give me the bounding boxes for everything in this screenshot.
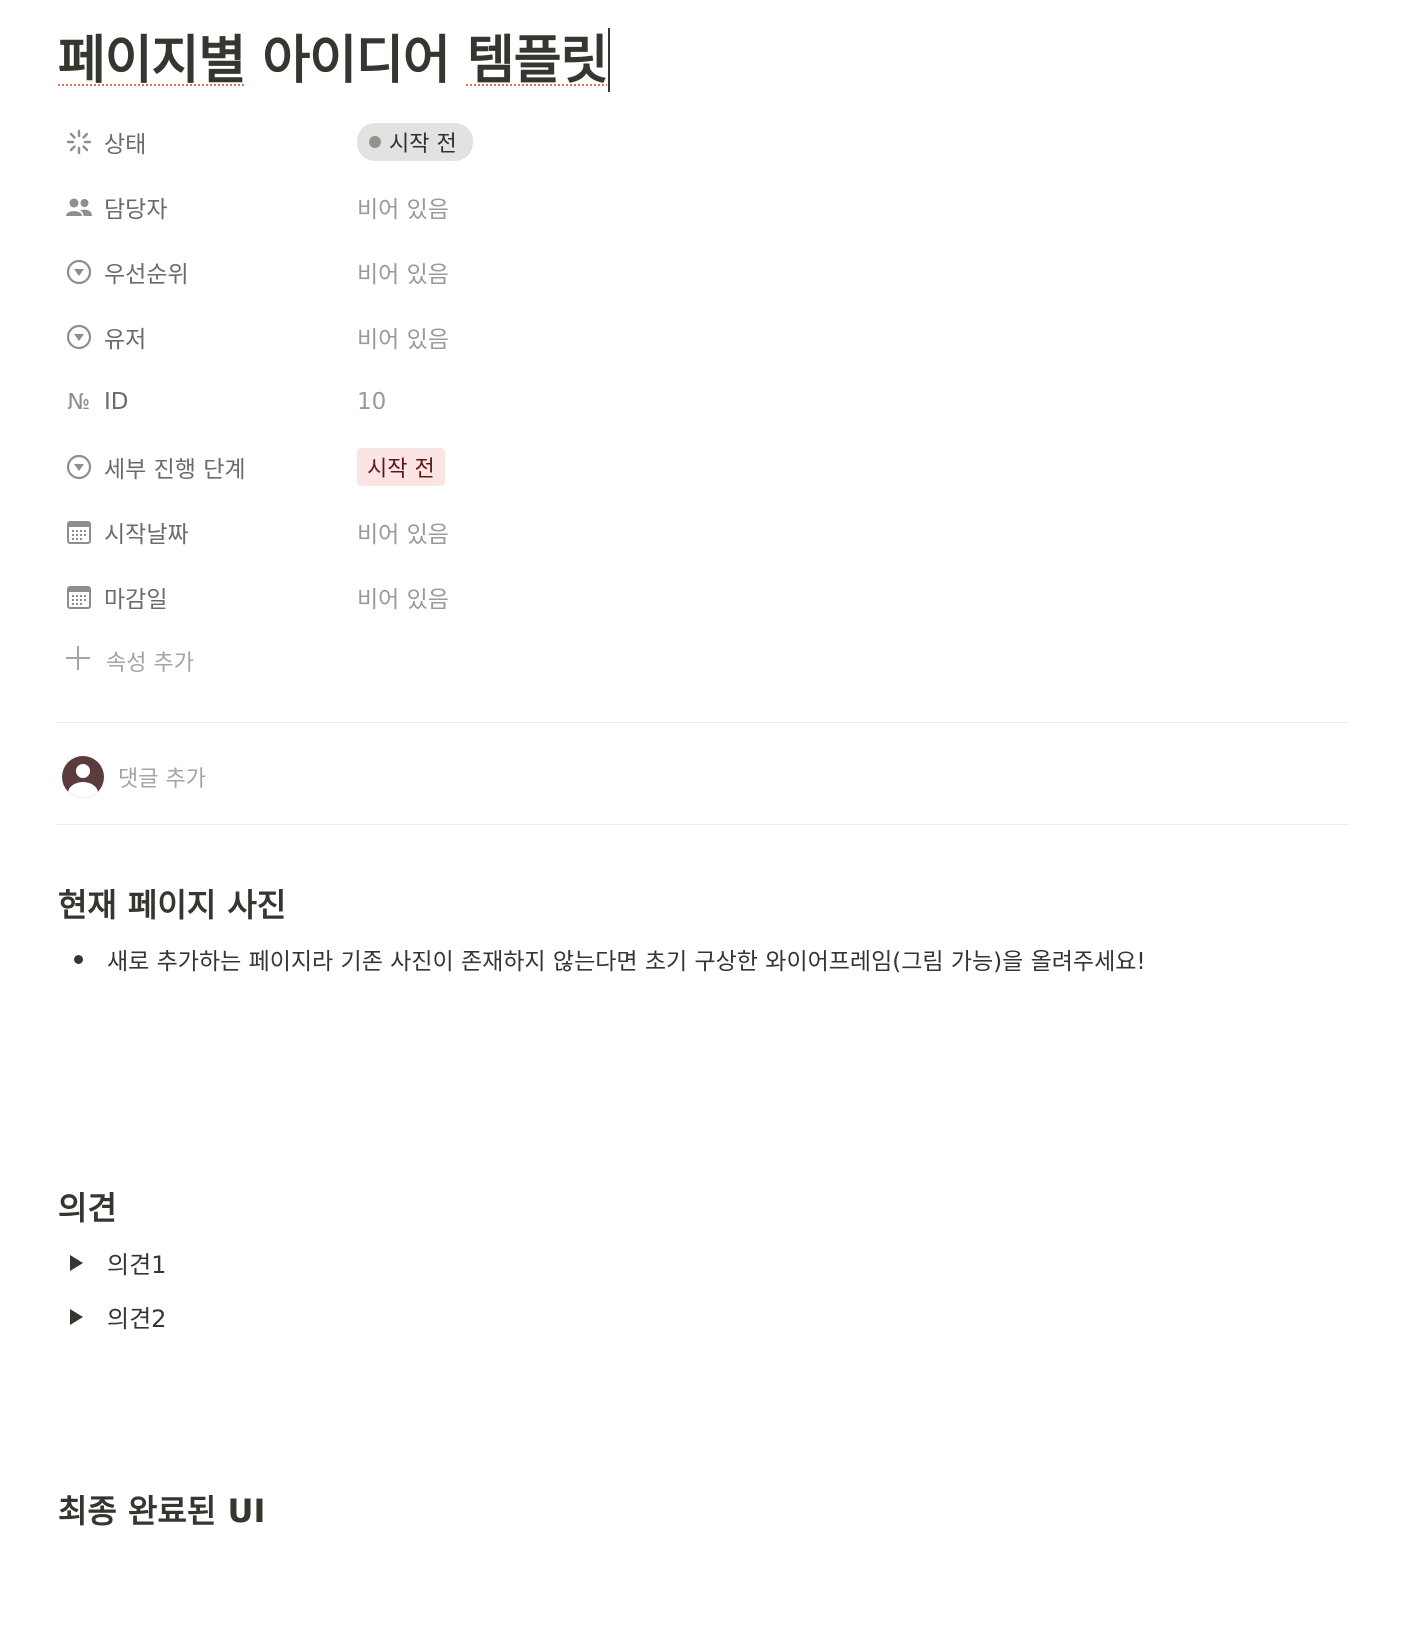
add-property-label: 속성 추가 [106, 651, 194, 676]
heading-final-ui: 최종 완료된 UI [58, 1492, 266, 1530]
status-badge-text: 시작 전 [389, 132, 457, 157]
property-user: 유저 비어 있음 [58, 305, 1403, 370]
empty-value-text: 비어 있음 [357, 262, 449, 288]
select-tag: 시작 전 [357, 448, 445, 486]
add-property-button[interactable]: 속성 추가 [64, 644, 194, 678]
comment-bar[interactable]: 댓글 추가 [62, 756, 206, 798]
property-label[interactable]: 시작날짜 [64, 513, 189, 551]
number-sign-icon: № [67, 389, 91, 415]
id-value-text: 10 [357, 389, 387, 415]
list-item-text[interactable]: 새로 추가하는 페이지라 기존 사진이 존재하지 않는다면 초기 구상한 와이어… [107, 942, 1146, 976]
toggle-label[interactable]: 의견1 [107, 1245, 166, 1280]
property-label[interactable]: 상태 [64, 123, 146, 161]
empty-value-text: 비어 있음 [357, 197, 449, 223]
property-label-text: 상태 [104, 132, 147, 158]
select-icon [64, 452, 94, 482]
property-label[interactable]: 마감일 [64, 578, 167, 616]
select-icon [64, 257, 94, 287]
title-word-2: 아이디어 [245, 31, 467, 91]
property-id: № ID 10 [58, 370, 1403, 435]
text-caret [608, 28, 611, 92]
property-start-date: 시작날짜 비어 있음 [58, 500, 1403, 565]
property-value[interactable]: 비어 있음 [357, 513, 449, 551]
property-due-date: 마감일 비어 있음 [58, 565, 1403, 630]
property-value[interactable]: 10 [357, 383, 386, 421]
title-word-1: 페이지별 [58, 31, 246, 91]
avatar [62, 756, 104, 798]
property-status: 상태 시작 전 [58, 110, 1403, 175]
empty-value-text: 비어 있음 [357, 522, 449, 548]
calendar-icon [64, 517, 94, 547]
select-icon [64, 322, 94, 352]
property-label[interactable]: 우선순위 [64, 253, 189, 291]
toggle-item-opinion-2: 의견2 [58, 1299, 166, 1334]
property-label[interactable]: № ID [64, 383, 129, 421]
property-value[interactable]: 시작 전 [357, 123, 473, 161]
property-value[interactable]: 비어 있음 [357, 188, 449, 226]
page-title[interactable]: 페이지별 아이디어 템플릿 [58, 18, 611, 93]
toggle-label[interactable]: 의견2 [107, 1299, 166, 1334]
add-property-row: 속성 추가 [58, 630, 1403, 696]
status-spinner-icon [64, 127, 94, 157]
property-label-text: 세부 진행 단계 [104, 457, 246, 483]
title-area: 페이지별 아이디어 템플릿 [58, 0, 1403, 110]
property-label-text: 담당자 [104, 197, 168, 223]
heading-opinions: 의견 [58, 1189, 117, 1227]
status-dot-icon [369, 136, 381, 148]
property-value[interactable]: 비어 있음 [357, 578, 449, 616]
toggle-triangle-icon[interactable] [70, 1254, 83, 1271]
comment-input-placeholder: 댓글 추가 [118, 767, 206, 792]
divider [56, 722, 1349, 723]
property-value[interactable]: 시작 전 [357, 448, 445, 486]
property-label[interactable]: 담당자 [64, 188, 167, 226]
property-label-text: ID [104, 389, 129, 415]
property-label-text: 시작날짜 [104, 522, 189, 548]
list-item: 새로 추가하는 페이지라 기존 사진이 존재하지 않는다면 초기 구상한 와이어… [58, 942, 1146, 976]
property-label-text: 유저 [104, 327, 147, 353]
toggle-triangle-icon[interactable] [70, 1308, 83, 1325]
calendar-icon [64, 582, 94, 612]
people-icon [64, 192, 94, 222]
properties-list: 상태 시작 전 담당자 비어 있음 우선순위 비어 있음 유저 비어 있음 № … [58, 110, 1403, 696]
page-content: 페이지별 아이디어 템플릿 상태 시작 전 담당자 비어 있음 우선순위 비어 … [56, 0, 1403, 1530]
property-label-text: 우선순위 [104, 262, 189, 288]
property-assignee: 담당자 비어 있음 [58, 175, 1403, 240]
property-label[interactable]: 세부 진행 단계 [64, 448, 246, 486]
property-value[interactable]: 비어 있음 [357, 318, 449, 356]
heading-current-photo: 현재 페이지 사진 [58, 886, 287, 924]
property-value[interactable]: 비어 있음 [357, 253, 449, 291]
property-priority: 우선순위 비어 있음 [58, 240, 1403, 305]
bullet-dot-icon [74, 954, 83, 964]
property-label-text: 마감일 [104, 587, 168, 613]
empty-value-text: 비어 있음 [357, 587, 449, 613]
status-badge: 시작 전 [357, 123, 473, 161]
property-detail-stage: 세부 진행 단계 시작 전 [58, 435, 1403, 500]
toggle-item-opinion-1: 의견1 [58, 1245, 166, 1280]
divider [56, 824, 1349, 825]
property-label[interactable]: 유저 [64, 318, 146, 356]
empty-value-text: 비어 있음 [357, 327, 449, 353]
title-word-3: 템플릿 [466, 31, 609, 91]
plus-icon [64, 644, 92, 678]
